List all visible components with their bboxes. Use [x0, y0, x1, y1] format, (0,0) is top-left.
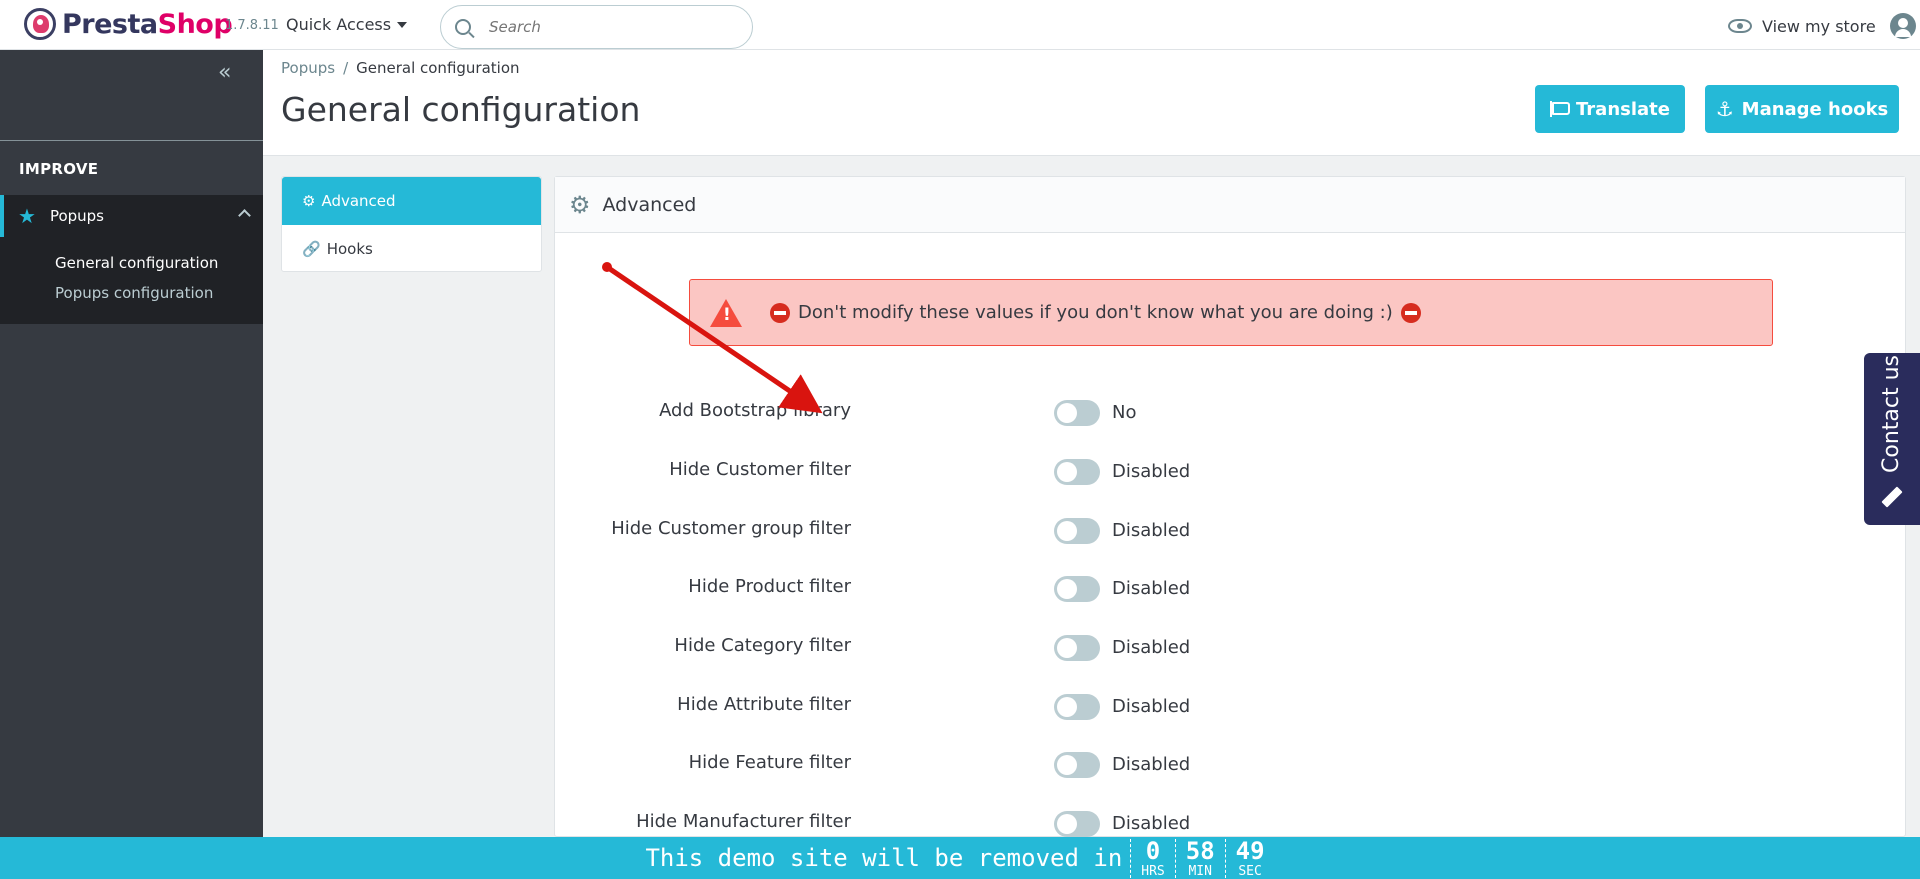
tab-hooks[interactable]: 🔗 Hooks	[282, 225, 541, 273]
puffin-logo-icon	[24, 8, 56, 40]
sidebar-item-label: Popups	[49, 207, 104, 225]
flag-icon	[1550, 101, 1570, 117]
toggle-switch[interactable]	[1054, 811, 1100, 837]
toggle-value: Disabled	[1112, 754, 1191, 775]
annotation-arrow	[602, 262, 823, 414]
cogs-icon: ⚙	[302, 192, 316, 210]
prestashop-logo[interactable]: PrestaShop	[24, 8, 233, 40]
toggle-switch[interactable]	[1054, 635, 1100, 661]
contact-us-tab[interactable]: Contact us	[1864, 353, 1920, 525]
submenu-popups-configuration[interactable]: Popups configuration	[55, 284, 213, 302]
breadcrumb-separator: /	[343, 59, 349, 77]
brand-part2: Shop	[157, 8, 233, 40]
alert-text: Don't modify these values if you don't k…	[798, 302, 1393, 323]
toggle-switch[interactable]	[1054, 400, 1100, 426]
translate-button[interactable]: Translate	[1535, 85, 1685, 133]
field-hide-manufacturer-filter: Hide Manufacturer filter Disabled	[555, 807, 1905, 839]
warning-alert: Don't modify these values if you don't k…	[689, 279, 1773, 346]
toggle-switch[interactable]	[1054, 459, 1100, 485]
breadcrumb-current: General configuration	[356, 59, 520, 77]
manage-hooks-label: Manage hooks	[1741, 98, 1889, 120]
top-header: PrestaShop 1.7.8.11 Quick Access View my…	[0, 0, 1920, 50]
field-hide-product-filter: Hide Product filter Disabled	[555, 572, 1905, 604]
tab-advanced[interactable]: ⚙ Advanced	[282, 177, 541, 225]
chevron-up-icon	[238, 209, 251, 222]
timer-seconds-unit: SEC	[1238, 863, 1262, 879]
field-hide-customer-filter: Hide Customer filter Disabled	[555, 455, 1905, 487]
contact-us-label: Contact us	[1879, 355, 1904, 473]
panel-title: Advanced	[602, 193, 697, 216]
cogs-icon: ⚙	[569, 190, 591, 219]
quick-access-label: Quick Access	[286, 15, 392, 34]
sidebar-section-improve: IMPROVE	[19, 160, 99, 178]
timer-minutes: 58 MIN	[1174, 836, 1225, 879]
panel-heading: ⚙ Advanced	[555, 177, 1905, 233]
field-label: Hide Manufacturer filter	[636, 811, 851, 832]
toggle-value: Disabled	[1112, 461, 1191, 482]
eye-icon	[1728, 19, 1752, 33]
breadcrumb-popups[interactable]: Popups	[281, 59, 335, 77]
search-box[interactable]	[440, 5, 753, 49]
toggle-switch[interactable]	[1054, 694, 1100, 720]
toggle-value: Disabled	[1112, 696, 1191, 717]
timer-hours-unit: HRS	[1141, 863, 1165, 879]
toggle-switch[interactable]	[1054, 576, 1100, 602]
translate-label: Translate	[1576, 98, 1670, 120]
toggle-switch[interactable]	[1054, 752, 1100, 778]
field-hide-customer-group-filter: Hide Customer group filter Disabled	[555, 514, 1905, 546]
timer-seconds-value: 49	[1235, 836, 1265, 865]
page-header: Popups / General configuration General con…	[263, 50, 1920, 156]
tab-label: Advanced	[321, 192, 396, 210]
brand-part1: Presta	[62, 8, 158, 40]
breadcrumb: Popups / General configuration	[281, 59, 520, 77]
field-label: Hide Customer filter	[669, 459, 851, 480]
field-label: Hide Attribute filter	[677, 694, 851, 715]
toggle-value: No	[1112, 402, 1137, 423]
toggle-value: Disabled	[1112, 578, 1191, 599]
no-entry-icon	[1400, 302, 1421, 323]
tab-label: Hooks	[326, 240, 373, 258]
demo-countdown-bar: This demo site will be removed in 0 HRS …	[0, 837, 1920, 879]
star-icon: ★	[18, 204, 36, 228]
config-tab-list: ⚙ Advanced 🔗 Hooks	[281, 176, 542, 272]
timer-minutes-unit: MIN	[1188, 863, 1212, 879]
search-icon	[455, 19, 471, 35]
quick-access-dropdown[interactable]: Quick Access	[286, 15, 408, 34]
page-title: General configuration	[281, 90, 641, 129]
submenu-general-configuration[interactable]: General configuration	[55, 254, 218, 272]
toggle-value: Disabled	[1112, 520, 1191, 541]
field-hide-attribute-filter: Hide Attribute filter Disabled	[555, 690, 1905, 722]
timer-seconds: 49 SEC	[1224, 836, 1275, 879]
version-label: 1.7.8.11	[225, 18, 279, 33]
timer-hours-value: 0	[1145, 836, 1161, 865]
toggle-switch[interactable]	[1054, 518, 1100, 544]
pencil-icon	[1881, 486, 1903, 508]
timer-minutes-value: 58	[1185, 836, 1215, 865]
collapse-sidebar-icon[interactable]: «	[218, 62, 231, 84]
field-hide-category-filter: Hide Category filter Disabled	[555, 631, 1905, 663]
sidebar: « IMPROVE ★ Popups General configuration…	[0, 50, 263, 837]
sidebar-divider	[0, 140, 263, 141]
view-store-label: View my store	[1762, 16, 1876, 36]
field-label: Hide Product filter	[688, 576, 851, 597]
field-hide-feature-filter: Hide Feature filter Disabled	[555, 748, 1905, 780]
demo-text: This demo site will be removed in	[645, 844, 1123, 872]
view-my-store-link[interactable]: View my store	[1728, 13, 1916, 39]
user-account-icon[interactable]	[1889, 13, 1916, 39]
field-label: Hide Category filter	[674, 635, 851, 656]
search-input[interactable]	[489, 18, 729, 36]
caret-down-icon	[397, 21, 408, 28]
field-label: Hide Customer group filter	[611, 518, 851, 539]
link-icon: 🔗	[302, 240, 321, 258]
anchor-icon: ⚓	[1715, 97, 1734, 121]
toggle-value: Disabled	[1112, 813, 1191, 834]
timer-hours: 0 HRS	[1130, 836, 1174, 879]
toggle-value: Disabled	[1112, 637, 1191, 658]
manage-hooks-button[interactable]: ⚓ Manage hooks	[1705, 85, 1899, 133]
sidebar-item-popups[interactable]: ★ Popups	[0, 195, 263, 237]
sidebar-submenu: General configuration Popups configurati…	[0, 237, 263, 324]
field-label: Hide Feature filter	[688, 752, 851, 773]
